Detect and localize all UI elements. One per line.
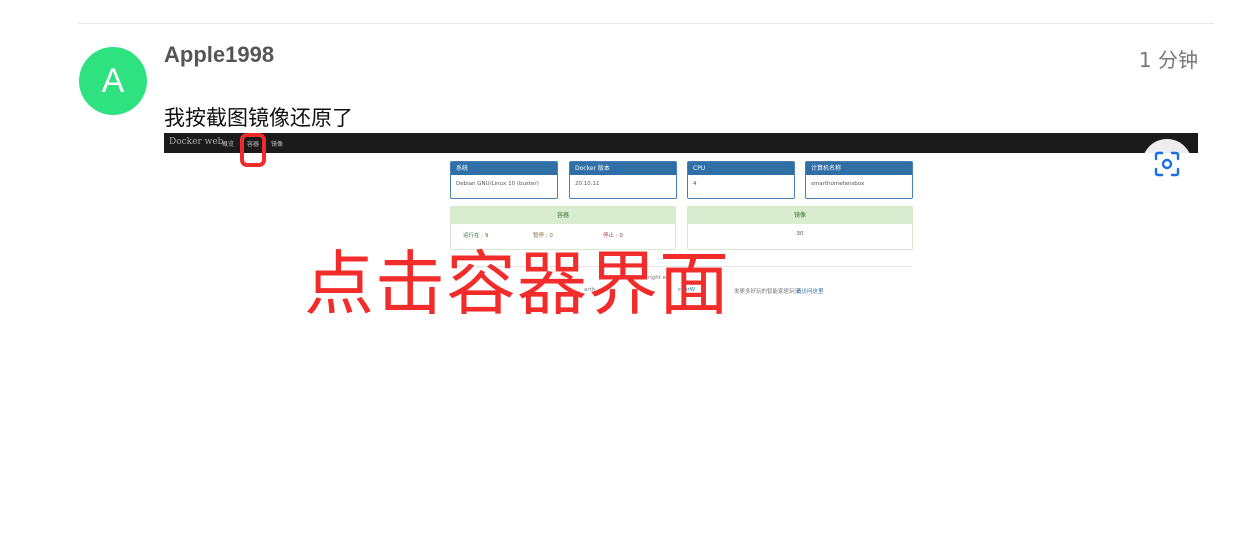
username[interactable]: Apple1998 [164, 42, 274, 68]
scan-icon [1154, 151, 1180, 177]
info-card-value: smarthomefansbox [811, 181, 865, 187]
footer-description: 发更多好玩的智能家居玩法 [734, 289, 801, 295]
annotation-text: 点击容器界面 [304, 243, 730, 325]
annotation-highlight-box [240, 133, 266, 167]
info-card-value: Debian GNU/Linux 10 (buster) [456, 181, 539, 187]
comment-text: 我按截图镜像还原了 [164, 106, 353, 130]
info-card-title: 计算机名称 [806, 162, 912, 175]
info-card-system: 系统 Debian GNU/Linux 10 (buster) [450, 161, 558, 199]
avatar[interactable]: A [79, 47, 147, 115]
nav-item-overview: 概览 [222, 141, 235, 148]
containers-paused: 暂停 : 0 [533, 233, 553, 239]
footer-link-visit[interactable]: 请访问这里 [796, 287, 824, 295]
nav-item-images: 镜像 [271, 141, 284, 148]
info-card-value: 4 [693, 181, 697, 187]
info-card-title: Docker 版本 [570, 162, 676, 175]
scan-button[interactable] [1142, 139, 1192, 189]
avatar-letter: A [101, 61, 125, 100]
info-card-cpu: CPU 4 [687, 161, 795, 199]
nav-brand: Docker web [169, 137, 224, 147]
containers-title: 容器 [451, 207, 675, 224]
info-card-title: 系统 [451, 162, 557, 175]
info-card-docker-version: Docker 版本 20.10.11 [569, 161, 677, 199]
info-card-value: 20.10.11 [575, 181, 600, 187]
timestamp: 1 分钟 [1138, 48, 1198, 72]
info-card-title: CPU [688, 162, 794, 175]
screenshot-navbar: Docker web 概览 容器 镜像 [164, 133, 1198, 153]
embedded-screenshot[interactable]: Docker web 概览 容器 镜像 系统 Debian GNU/Linux … [164, 133, 1198, 333]
images-title: 镜像 [688, 207, 912, 224]
containers-running: 运行在 : 9 [463, 233, 489, 239]
info-card-hostname: 计算机名称 smarthomefansbox [805, 161, 913, 199]
containers-stopped: 停止 : 0 [603, 233, 623, 239]
top-divider [78, 23, 1214, 24]
